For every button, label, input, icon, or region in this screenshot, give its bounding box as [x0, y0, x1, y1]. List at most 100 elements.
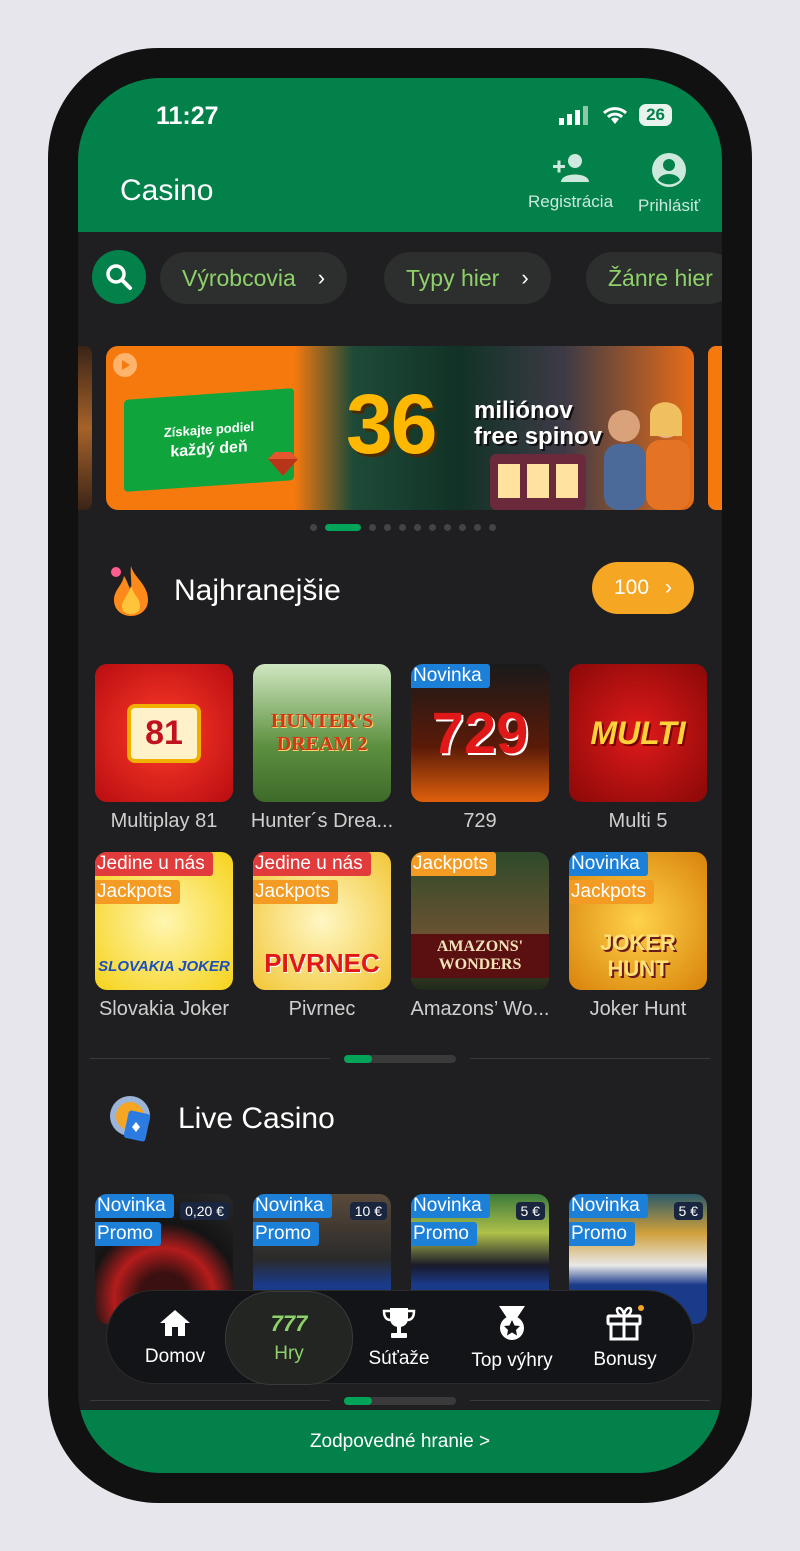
- min-bet-badge: 5 €: [673, 1202, 703, 1220]
- chevron-right-icon: ›: [317, 265, 326, 290]
- tab-label: Hry: [274, 1343, 304, 1364]
- filter-chip-genres[interactable]: Žánre hier: [586, 252, 722, 304]
- promo-badge: Promo: [411, 1222, 477, 1246]
- min-bet-badge: 0,20 €: [180, 1202, 229, 1220]
- game-tile-slovakia-joker[interactable]: SLOVAKIA JOKER Jedine u nás Jackpots: [95, 852, 233, 990]
- tab-label: Bonusy: [593, 1349, 657, 1370]
- promo-badge: Promo: [95, 1222, 161, 1246]
- banner-line2: každý deň: [170, 437, 248, 461]
- game-tile-joker-hunt[interactable]: JOKER HUNT Novinka Jackpots: [569, 852, 707, 990]
- wifi-icon: [603, 107, 628, 124]
- banner-prev-peek[interactable]: [78, 346, 92, 510]
- carousel-dot[interactable]: [399, 524, 406, 531]
- responsible-gaming-link[interactable]: Zodpovedné hranie >: [78, 1410, 722, 1473]
- tab-games[interactable]: 777 Hry: [225, 1291, 353, 1385]
- tab-competitions[interactable]: Súťaže: [349, 1291, 449, 1385]
- section-live-casino-header: Live Casino: [108, 1094, 335, 1144]
- carousel-dot[interactable]: [474, 524, 481, 531]
- game-name: Multi 5: [608, 810, 668, 832]
- carousel-dot[interactable]: [414, 524, 421, 531]
- game-tile-amazons-wonders[interactable]: AMAZONS' WONDERS Jackpots: [411, 852, 549, 990]
- most-played-count-button[interactable]: 100 ›: [592, 562, 694, 614]
- bottom-tab-bar: Domov 777 Hry Súťaže Top výhry Bonusy: [106, 1290, 694, 1385]
- section-most-played-header: Najhranejšie: [108, 564, 341, 618]
- slot-777-icon: 777: [270, 1311, 308, 1336]
- tab-label: Súťaže: [368, 1348, 430, 1369]
- gem-icon: [268, 452, 298, 476]
- jackpots-badge: Jackpots: [411, 852, 496, 876]
- trophy-icon: [382, 1308, 416, 1338]
- carousel-dots[interactable]: [310, 524, 496, 531]
- carousel-dot[interactable]: [444, 524, 451, 531]
- banner-text2: free spinov: [474, 423, 603, 451]
- new-badge: Novinka: [411, 664, 490, 688]
- register-button[interactable]: Registrácia: [528, 152, 613, 212]
- tab-home[interactable]: Domov: [113, 1291, 237, 1385]
- status-icons: 26: [559, 104, 672, 126]
- banner-big-number: 36: [346, 377, 437, 471]
- tab-label: Domov: [144, 1346, 206, 1367]
- carousel-dot[interactable]: [429, 524, 436, 531]
- cards-icon: [110, 1096, 151, 1142]
- carousel-dot[interactable]: [459, 524, 466, 531]
- carousel-dot[interactable]: [369, 524, 376, 531]
- new-badge: Novinka: [411, 1194, 490, 1218]
- game-name: 729: [463, 810, 497, 832]
- signal-icon: [559, 106, 589, 125]
- divider: [90, 1400, 330, 1401]
- new-badge: Novinka: [569, 1194, 648, 1218]
- divider: [470, 1400, 710, 1401]
- game-name: Pivrnec: [288, 998, 356, 1020]
- exclusive-badge: Jedine u nás: [95, 852, 213, 876]
- filter-chip-game-types[interactable]: Typy hier ›: [384, 252, 551, 304]
- carousel-dot[interactable]: [310, 524, 317, 531]
- medal-icon: [499, 1306, 525, 1340]
- section-title: Live Casino: [178, 1102, 335, 1135]
- chevron-right-icon: ›: [521, 265, 529, 290]
- chevron-right-icon: ›: [665, 576, 673, 599]
- tab-bonuses[interactable]: Bonusy: [575, 1291, 675, 1385]
- game-tile-729[interactable]: 729 Novinka: [411, 664, 549, 802]
- game-name: Hunter´s Drea...: [250, 810, 394, 832]
- game-art: 81: [95, 664, 233, 802]
- game-tile-pivrnec[interactable]: PIVRNEC Jedine u nás Jackpots: [253, 852, 391, 990]
- slot-machine-image: [490, 454, 586, 510]
- login-button[interactable]: Prihlásiť: [638, 152, 700, 216]
- min-bet-badge: 5 €: [515, 1202, 545, 1220]
- filter-chip-label: Žánre hier: [608, 264, 713, 291]
- new-badge: Novinka: [569, 852, 648, 876]
- count-label: 100: [613, 576, 650, 599]
- footer-label: Zodpovedné hranie >: [309, 1430, 491, 1452]
- tab-top-wins[interactable]: Top výhry: [457, 1291, 567, 1385]
- banner-next-peek[interactable]: [708, 346, 722, 510]
- carousel-dot[interactable]: [489, 524, 496, 531]
- search-icon: [106, 264, 132, 290]
- section-title: Najhranejšie: [174, 574, 341, 607]
- jackpots-badge: Jackpots: [253, 880, 338, 904]
- new-badge: Novinka: [95, 1194, 174, 1218]
- game-tile-multiplay-81[interactable]: 81: [95, 664, 233, 802]
- divider: [90, 1058, 330, 1059]
- account-icon: [652, 153, 687, 187]
- new-badge: Novinka: [253, 1194, 332, 1218]
- players-image: [604, 402, 690, 510]
- game-art: MULTI: [590, 714, 686, 751]
- tab-label: Top výhry: [471, 1350, 553, 1371]
- add-user-icon: [552, 154, 589, 182]
- app-header: 11:27 26 Casino Registrácia Prihlásiť: [78, 78, 722, 232]
- carousel-dot[interactable]: [384, 524, 391, 531]
- carousel-dot[interactable]: [325, 524, 361, 531]
- jackpots-badge: Jackpots: [569, 880, 654, 904]
- game-tile-hunters-dream[interactable]: HUNTER'S DREAM 2: [253, 664, 391, 802]
- filter-chip-label: Typy hier: [406, 264, 500, 291]
- promo-banner[interactable]: Získajte podiel každý deň 36 miliónov fr…: [106, 346, 694, 510]
- most-played-scroll-indicator: [344, 1055, 456, 1063]
- phone-frame: 11:27 26 Casino Registrácia Prihlásiť Vý…: [48, 48, 752, 1503]
- search-button[interactable]: [92, 250, 146, 304]
- filter-bar: Výrobcovia › Typy hier › Žánre hier: [78, 250, 722, 306]
- filter-chip-producers[interactable]: Výrobcovia ›: [160, 252, 348, 304]
- jackpots-badge: Jackpots: [95, 880, 180, 904]
- min-bet-badge: 10 €: [349, 1202, 387, 1220]
- game-tile-multi-5[interactable]: MULTI: [569, 664, 707, 802]
- gift-icon: [606, 1305, 644, 1341]
